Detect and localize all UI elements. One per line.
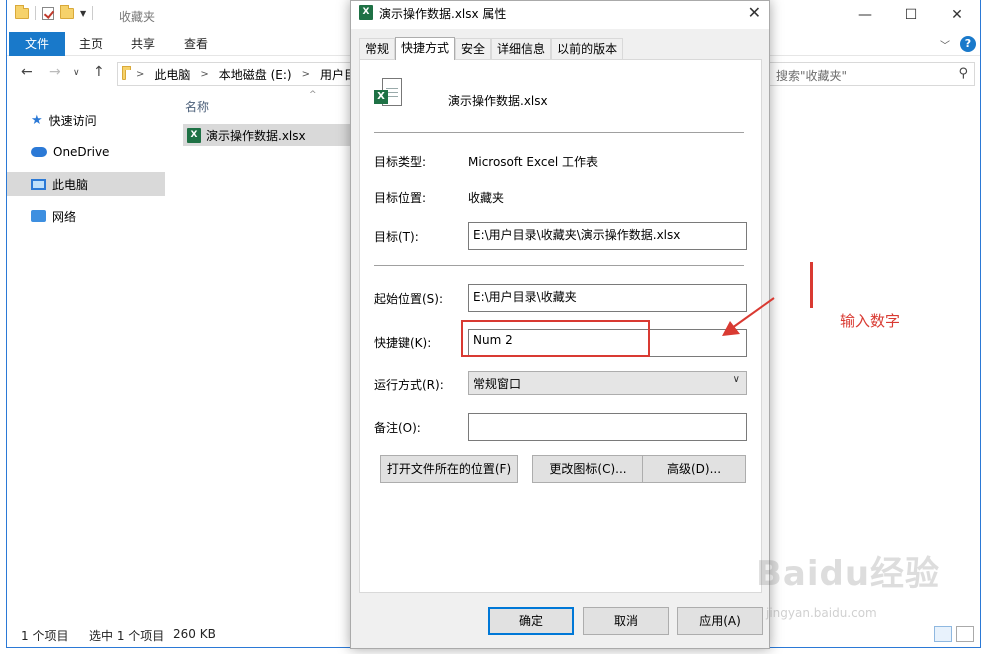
tab-view[interactable]: 查看 bbox=[170, 32, 222, 56]
up-arrow-icon[interactable]: ↑ bbox=[93, 64, 105, 80]
excel-shortcut-icon: X bbox=[374, 78, 402, 108]
selection-size: 260 KB bbox=[173, 627, 216, 641]
qat-separator bbox=[35, 6, 36, 20]
search-icon[interactable]: ⚲ bbox=[958, 66, 968, 81]
network-icon bbox=[31, 210, 46, 222]
address-box[interactable]: > 此电脑 > 本地磁盘 (E:) > 用户目 bbox=[117, 62, 357, 86]
excel-icon: X bbox=[359, 5, 373, 20]
recent-locations-chevron-icon[interactable]: ∨ bbox=[73, 68, 80, 78]
annotation-text: 输入数字 bbox=[840, 312, 901, 330]
nav-item-label: 此电脑 bbox=[52, 177, 89, 192]
close-button[interactable]: ✕ bbox=[934, 0, 980, 30]
nav-item-label: 网络 bbox=[52, 209, 77, 224]
file-list: ^ 名称 X 演示操作数据.xlsx bbox=[173, 90, 355, 610]
divider bbox=[374, 265, 744, 266]
forward-arrow-icon[interactable]: → bbox=[49, 64, 61, 80]
nav-item-label: 快速访问 bbox=[48, 113, 97, 128]
dialog-title: 演示操作数据.xlsx 属性 bbox=[379, 7, 507, 21]
maximize-button[interactable]: ☐ bbox=[888, 0, 934, 30]
ok-button[interactable]: 确定 bbox=[488, 607, 574, 635]
breadcrumb-chevron-icon[interactable]: > bbox=[302, 69, 310, 80]
apply-button[interactable]: 应用(A) bbox=[677, 607, 763, 635]
annotation-bar bbox=[810, 262, 813, 308]
item-count: 1 个项目 bbox=[21, 629, 69, 643]
excel-badge: X bbox=[374, 90, 388, 104]
qat-separator bbox=[92, 6, 94, 20]
baidu-watermark: Baidu经验 jingyan.baidu.com bbox=[756, 546, 982, 630]
help-icon[interactable]: ? bbox=[960, 36, 976, 52]
back-arrow-icon[interactable]: ← bbox=[21, 64, 33, 80]
computer-icon bbox=[31, 178, 46, 190]
navigation-pane: ★ 快速访问 OneDrive 此电脑 网络 bbox=[7, 96, 167, 616]
nav-item-label: OneDrive bbox=[53, 145, 110, 159]
run-label: 运行方式(R): bbox=[374, 378, 444, 392]
tab-previous-versions[interactable]: 以前的版本 bbox=[551, 38, 624, 60]
sort-ascending-icon: ^ bbox=[309, 90, 317, 100]
comment-label: 备注(O): bbox=[374, 421, 421, 435]
chevron-down-icon[interactable]: ﹀ bbox=[940, 37, 950, 52]
window-title: 收藏夹 bbox=[119, 10, 156, 24]
star-icon: ★ bbox=[31, 112, 43, 128]
run-select-value: 常规窗口 bbox=[473, 377, 522, 391]
selection-count: 选中 1 个项目 bbox=[89, 629, 165, 643]
shortcut-file-name: 演示操作数据.xlsx bbox=[448, 94, 548, 108]
customize-qat-icon[interactable]: ▼ bbox=[80, 9, 86, 18]
search-input[interactable]: 搜索"收藏夹" ⚲ bbox=[769, 62, 975, 86]
breadcrumb-this-pc[interactable]: 此电脑 bbox=[154, 66, 190, 83]
annotation-arrow-icon bbox=[722, 297, 775, 336]
shortcut-key-label: 快捷键(K): bbox=[374, 336, 432, 350]
nav-item-this-pc[interactable]: 此电脑 bbox=[7, 172, 165, 196]
tab-file[interactable]: 文件 bbox=[9, 32, 66, 56]
cancel-button[interactable]: 取消 bbox=[583, 607, 669, 635]
minimize-button[interactable]: — bbox=[842, 0, 888, 30]
dialog-tabs: 常规 快捷方式 安全 详细信息 以前的版本 bbox=[359, 37, 624, 60]
tab-share[interactable]: 共享 bbox=[117, 32, 169, 56]
target-field[interactable]: E:\用户目录\收藏夹\演示操作数据.xlsx bbox=[468, 222, 747, 250]
list-item[interactable]: X 演示操作数据.xlsx bbox=[183, 124, 355, 146]
open-file-location-button[interactable]: 打开文件所在的位置(F) bbox=[380, 455, 518, 483]
start-in-label: 起始位置(S): bbox=[374, 292, 444, 306]
search-placeholder: 搜索"收藏夹" bbox=[776, 69, 848, 83]
nav-item-quick-access[interactable]: ★ 快速访问 bbox=[7, 108, 165, 132]
ribbon-right-controls: ﹀ ? bbox=[940, 36, 976, 52]
column-header-name[interactable]: 名称 bbox=[185, 98, 209, 115]
close-icon[interactable]: ✕ bbox=[748, 3, 761, 22]
breadcrumb-chevron-icon[interactable]: > bbox=[136, 69, 144, 80]
target-label: 目标(T): bbox=[374, 230, 419, 244]
new-folder-icon[interactable] bbox=[60, 4, 74, 19]
quick-access-toolbar: ▼ bbox=[15, 4, 94, 20]
nav-item-network[interactable]: 网络 bbox=[7, 204, 165, 228]
folder-icon[interactable] bbox=[15, 4, 29, 19]
breadcrumb-local-disk[interactable]: 本地磁盘 (E:) bbox=[219, 66, 292, 83]
advanced-button[interactable]: 高级(D)... bbox=[642, 455, 746, 483]
change-icon-button[interactable]: 更改图标(C)... bbox=[532, 455, 644, 483]
watermark-url: jingyan.baidu.com bbox=[766, 606, 877, 620]
properties-icon[interactable] bbox=[42, 6, 54, 20]
target-location-label: 目标位置: bbox=[374, 191, 427, 205]
target-type-label: 目标类型: bbox=[374, 155, 427, 169]
window-controls: — ☐ ✕ bbox=[842, 0, 980, 30]
file-name: 演示操作数据.xlsx bbox=[206, 128, 306, 143]
highlight-box bbox=[461, 320, 650, 357]
target-type-value: Microsoft Excel 工作表 bbox=[468, 155, 599, 169]
folder-icon bbox=[122, 65, 131, 80]
divider bbox=[374, 132, 744, 133]
nav-item-onedrive[interactable]: OneDrive bbox=[7, 140, 165, 164]
breadcrumb-chevron-icon[interactable]: > bbox=[200, 69, 208, 80]
tab-details[interactable]: 详细信息 bbox=[491, 38, 552, 60]
chevron-down-icon[interactable]: ∨ bbox=[733, 374, 740, 385]
start-in-field[interactable]: E:\用户目录\收藏夹 bbox=[468, 284, 747, 312]
tab-shortcut[interactable]: 快捷方式 bbox=[395, 37, 456, 60]
target-location-value: 收藏夹 bbox=[468, 191, 505, 205]
comment-field[interactable] bbox=[468, 413, 747, 441]
tab-security[interactable]: 安全 bbox=[455, 38, 492, 60]
cloud-icon bbox=[31, 147, 47, 157]
excel-icon: X bbox=[187, 127, 201, 143]
tab-home[interactable]: 主页 bbox=[65, 32, 117, 56]
tab-general[interactable]: 常规 bbox=[359, 38, 396, 60]
watermark-logo: Baidu经验 bbox=[756, 554, 941, 594]
run-select[interactable]: 常规窗口 ∨ bbox=[468, 371, 747, 395]
dialog-titlebar: X 演示操作数据.xlsx 属性 ✕ bbox=[351, 1, 769, 29]
